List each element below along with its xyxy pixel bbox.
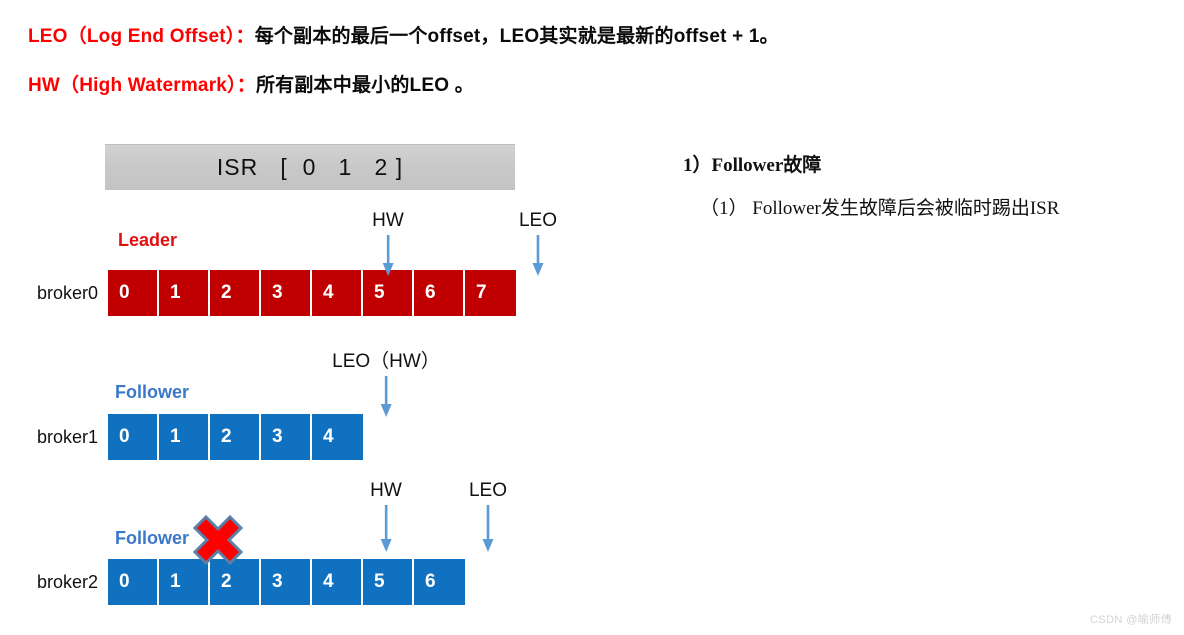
log-cell: 0 [108,414,159,460]
definition-hw-body: 所有副本中最小的LEO 。 [255,75,474,96]
log-cells-broker0: 01234567 [108,270,516,316]
log-cell: 0 [108,270,159,316]
marker-hw-broker0: HW [372,211,404,277]
down-arrow-icon [482,504,494,552]
log-cell: 5 [363,559,414,605]
log-cell: 2 [210,270,261,316]
isr-bar: ISR [ 0 1 2 ] [105,144,515,190]
definition-leo: LEO（Log End Offset）：每个副本的最后一个offset，LEO其… [28,21,779,48]
log-cell: 4 [312,270,363,316]
log-cell: 0 [108,559,159,605]
log-cell: 6 [414,270,465,316]
log-cell: 1 [159,414,210,460]
diagram-canvas: LEO（Log End Offset）：每个副本的最后一个offset，LEO其… [0,0,1184,635]
note-title: 1）Follower故障 [683,155,822,176]
broker-label-2: broker2 [36,572,98,592]
log-cell: 7 [465,270,516,316]
role-label-leader: Leader [118,230,178,250]
down-arrow-icon [532,234,544,276]
definition-hw-term: HW（High Watermark） [28,75,237,96]
role-label-follower-2: Follower [115,528,190,548]
log-cell: 3 [261,414,312,460]
marker-hw-broker0-label: HW [372,210,404,231]
log-cell: 3 [261,559,312,605]
definition-leo-term: LEO（Log End Offset） [28,26,236,47]
failure-cross-icon [192,514,244,571]
marker-leo-hw-broker1: LEO（HW） [332,352,440,418]
marker-leo-broker2-label: LEO [468,480,508,501]
definition-hw: HW（High Watermark）：所有副本中最小的LEO 。 [28,70,474,97]
down-arrow-icon [380,375,392,417]
log-cell: 6 [414,559,465,605]
isr-bar-text: ISR [ 0 1 2 ] [216,154,404,180]
log-cell: 3 [261,270,312,316]
note-item-1: （1） Follower发生故障后会被临时踢出ISR [700,198,1060,219]
definition-leo-colon: ： [235,26,255,47]
log-cells-broker2: 0123456 [108,559,465,605]
broker-label-1: broker1 [36,427,98,447]
down-arrow-icon [382,234,394,276]
log-cell: 2 [210,414,261,460]
marker-leo-hw-broker1-label: LEO（HW） [332,351,440,372]
definition-hw-colon: ： [236,75,256,96]
definition-leo-body: 每个副本的最后一个offset，LEO其实就是最新的offset + 1。 [254,26,779,47]
marker-hw-broker2: HW [370,481,402,553]
marker-hw-broker2-label: HW [370,480,402,501]
log-cell: 1 [159,270,210,316]
watermark: CSDN @喻师傅 [1090,614,1172,626]
marker-leo-broker0: LEO [519,211,557,277]
log-cells-broker1: 01234 [108,414,363,460]
broker-label-0: broker0 [36,283,98,303]
role-label-follower-1: Follower [115,382,190,402]
log-cell: 4 [312,559,363,605]
marker-leo-broker2: LEO [469,481,507,553]
marker-leo-broker0-label: LEO [518,210,558,231]
down-arrow-icon [380,504,392,552]
log-cell: 4 [312,414,363,460]
